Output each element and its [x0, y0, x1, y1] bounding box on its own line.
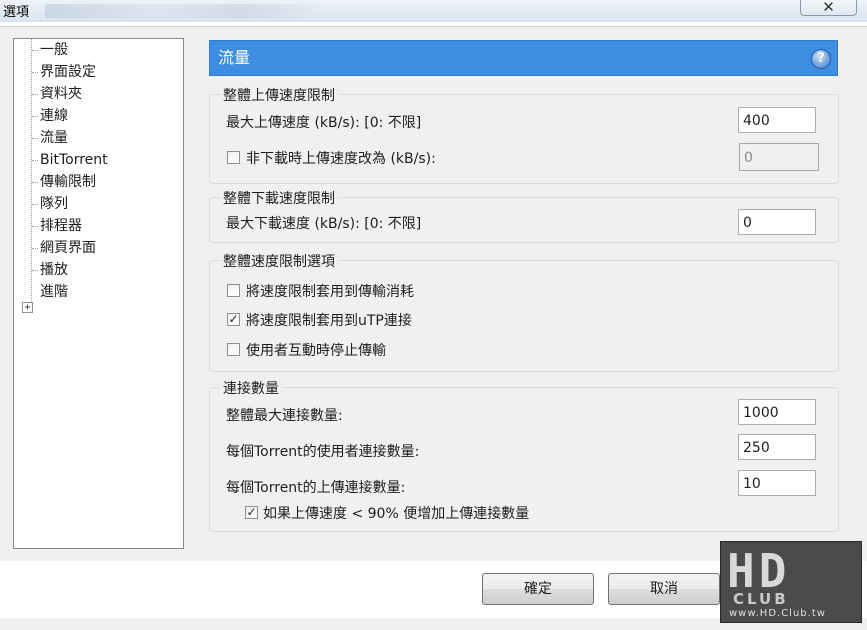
tree-connector: [32, 160, 38, 161]
boost-slots-label: 如果上傳速度 < 90% 便增加上傳連接數量: [263, 506, 530, 522]
ok-button[interactable]: 確定: [482, 573, 594, 605]
page-header: 流量 ?: [209, 40, 838, 76]
global-connections-label: 整體最大連接數量:: [226, 408, 343, 424]
per-torrent-connections-input[interactable]: 250: [738, 434, 816, 460]
apply-overhead-checkbox[interactable]: [227, 284, 240, 297]
sidebar-item-scheduler[interactable]: 排程器: [40, 216, 82, 236]
close-button[interactable]: ✕: [800, 0, 857, 16]
tree-connector: [32, 248, 38, 249]
global-connections-input[interactable]: 1000: [738, 399, 816, 425]
alt-upload-label: 非下載時上傳速度改為 (kB/s):: [246, 151, 436, 167]
watermark-sub-text: CLUB: [733, 590, 789, 608]
tree-connector: [32, 94, 38, 95]
tree-connector: [32, 72, 38, 73]
category-tree[interactable]: 一般 界面設定 資料夾 連線 流量 BitTorrent 傳輸限制 隊列 排程器…: [13, 38, 184, 549]
tree-connector: [31, 39, 32, 304]
tree-connector: [32, 138, 38, 139]
sidebar-item-queueing[interactable]: 隊列: [40, 194, 68, 214]
sidebar-item-bandwidth[interactable]: 流量: [40, 128, 68, 148]
max-upload-input[interactable]: 400: [738, 107, 816, 133]
watermark-logo-text: HD: [727, 544, 791, 598]
apply-overhead-label: 將速度限制套用到傳輸消耗: [246, 284, 414, 300]
sidebar-item-playback[interactable]: 播放: [40, 260, 68, 280]
tree-connector: [32, 270, 38, 271]
limit-options-group: 整體速度限制選項 將速度限制套用到傳輸消耗 ✓ 將速度限制套用到uTP連接 使用…: [209, 251, 839, 372]
group-title: 整體下載速度限制: [220, 188, 338, 208]
max-download-input[interactable]: 0: [738, 209, 816, 235]
close-icon: ✕: [822, 0, 835, 16]
group-title: 整體速度限制選項: [220, 251, 338, 271]
upload-slots-label: 每個Torrent的上傳連接數量:: [226, 480, 406, 496]
upload-slots-input[interactable]: 10: [738, 470, 816, 496]
sidebar-item-web-ui[interactable]: 網頁界面: [40, 238, 96, 258]
upload-limit-group: 整體上傳速度限制 最大上傳速度 (kB/s): [0: 不限] 400 非下載時…: [209, 85, 839, 184]
window-title: 選項: [3, 5, 30, 20]
download-limit-group: 整體下載速度限制 最大下載速度 (kB/s): [0: 不限] 0: [209, 188, 839, 243]
checkmark-icon: ✓: [228, 312, 239, 326]
sidebar-item-folders[interactable]: 資料夾: [40, 84, 82, 104]
per-torrent-connections-label: 每個Torrent的使用者連接數量:: [226, 444, 420, 460]
apply-utp-label: 將速度限制套用到uTP連接: [246, 313, 412, 329]
tree-connector: [32, 116, 38, 117]
dialog-client: 一般 界面設定 資料夾 連線 流量 BitTorrent 傳輸限制 隊列 排程器…: [0, 26, 867, 561]
watermark-url: www.HD.Club.tw: [729, 608, 826, 619]
sidebar-item-bittorrent[interactable]: BitTorrent: [40, 150, 108, 170]
title-bar: 選項 ✕: [0, 0, 867, 22]
max-download-label: 最大下載速度 (kB/s): [0: 不限]: [226, 216, 422, 232]
tree-connector: [32, 50, 38, 51]
stop-on-activity-checkbox[interactable]: [227, 343, 240, 356]
tree-connector: [32, 182, 38, 183]
sidebar-item-advanced[interactable]: 進階: [40, 282, 68, 302]
watermark-logo: HD CLUB www.HD.Club.tw: [720, 541, 862, 623]
alt-upload-checkbox[interactable]: [227, 151, 240, 164]
sidebar-item-connection[interactable]: 連線: [40, 106, 68, 126]
help-icon[interactable]: ?: [811, 49, 831, 69]
stop-on-activity-label: 使用者互動時停止傳輸: [246, 343, 386, 359]
cancel-button[interactable]: 取消: [608, 573, 720, 605]
connections-group: 連接數量 整體最大連接數量: 1000 每個Torrent的使用者連接數量: 2…: [209, 378, 839, 532]
expand-plus-icon[interactable]: +: [22, 302, 33, 313]
checkmark-icon: ✓: [246, 505, 257, 519]
tree-connector: [32, 204, 38, 205]
alt-upload-input[interactable]: 0: [739, 143, 819, 171]
apply-utp-checkbox[interactable]: ✓: [227, 313, 240, 326]
group-title: 連接數量: [220, 378, 282, 398]
max-upload-label: 最大上傳速度 (kB/s): [0: 不限]: [226, 115, 422, 131]
boost-slots-checkbox[interactable]: ✓: [245, 506, 258, 519]
sidebar-item-general[interactable]: 一般: [40, 40, 68, 60]
group-title: 整體上傳速度限制: [220, 85, 338, 105]
page-title: 流量: [218, 48, 251, 67]
title-bar-background: [45, 4, 325, 18]
sidebar-item-ui[interactable]: 界面設定: [40, 62, 96, 82]
tree-connector: [32, 226, 38, 227]
sidebar-item-transfer-cap[interactable]: 傳輸限制: [40, 172, 96, 192]
